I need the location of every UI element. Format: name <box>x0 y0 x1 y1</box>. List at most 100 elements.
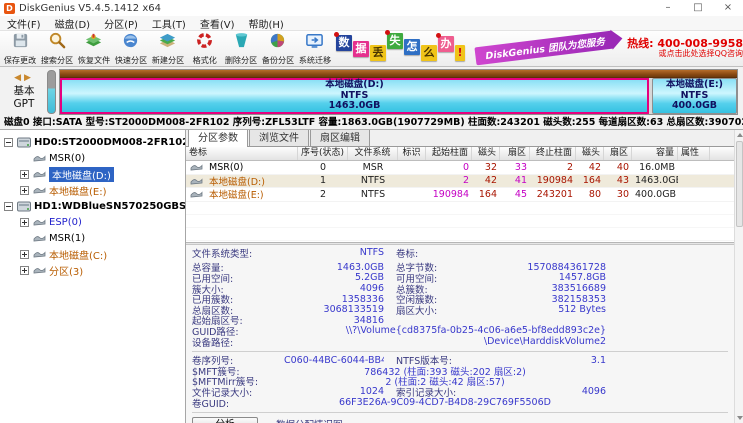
tab-bar: 分区参数 浏览文件 扇区编辑 <box>186 130 734 147</box>
partition-icon <box>33 234 46 242</box>
partition-scheme-label: GPT <box>2 98 46 111</box>
window-title: DiskGenius V5.4.5.1412 x64 <box>19 3 653 14</box>
banner-ribbon[interactable]: DiskGenius 团队为您服务 <box>474 31 613 66</box>
disk-icon <box>17 201 31 212</box>
partition-icon <box>33 186 46 194</box>
tab-sector-edit[interactable]: 扇区编辑 <box>310 130 370 146</box>
format-button[interactable]: 格式化 <box>186 32 223 66</box>
title-bar: D DiskGenius V5.4.5.1412 x64 – □ × <box>0 0 743 16</box>
format-icon <box>195 31 214 53</box>
detail-value: NTFS <box>284 247 384 258</box>
menu-file[interactable]: 文件(F) <box>0 16 48 31</box>
table-empty-area <box>186 202 734 242</box>
disk-partition-map: 本地磁盘(D:) NTFS 1463.0GB 本地磁盘(E:) NTFS 400… <box>59 69 738 115</box>
expand-icon[interactable] <box>20 266 29 275</box>
system-migration-button[interactable]: 系统迁移 <box>296 32 333 66</box>
col-capacity[interactable]: 容量 <box>632 147 678 160</box>
hotline-qq-link[interactable]: 或点击此处选择QQ咨询 <box>627 50 743 59</box>
table-row-selected[interactable]: 本地磁盘(D:) 1 NTFS 2 42 41 190984 164 43 14… <box>186 175 734 189</box>
col-end-cylinder[interactable]: 终止柱面 <box>530 147 576 160</box>
partition-icon <box>33 154 46 162</box>
prev-disk-icon[interactable]: ◀ <box>14 73 24 83</box>
scroll-down-icon[interactable] <box>735 413 743 423</box>
minimize-icon[interactable]: – <box>653 0 683 16</box>
menu-tools[interactable]: 工具(T) <box>145 16 193 31</box>
partition-capacity: 400.0GB <box>672 101 717 112</box>
col-index-status[interactable]: 序号(状态) <box>298 147 348 160</box>
collapse-icon[interactable] <box>4 202 13 211</box>
table-header: 卷标 序号(状态) 文件系统 标识 起始柱面 磁头 扇区 终止柱面 磁头 扇区 … <box>186 147 734 161</box>
save-changes-button[interactable]: 保存更改 <box>2 32 39 66</box>
menu-bar: 文件(F) 磁盘(D) 分区(P) 工具(T) 查看(V) 帮助(H) <box>0 16 743 31</box>
table-row[interactable]: 本地磁盘(E:) 2 NTFS 190984 164 45 243201 80 … <box>186 188 734 202</box>
collapse-icon[interactable] <box>4 138 13 147</box>
tree-item-hd0[interactable]: HD0:ST2000DM008-2FR102(1863GB) <box>0 134 185 150</box>
disk-band <box>60 70 737 78</box>
menu-help[interactable]: 帮助(H) <box>242 16 291 31</box>
menu-view[interactable]: 查看(V) <box>193 16 242 31</box>
partition-block-e[interactable]: 本地磁盘(E:) NTFS 400.0GB <box>652 78 737 114</box>
banner-tile: 数 <box>336 35 352 51</box>
analyze-button[interactable]: 分析 <box>192 417 258 423</box>
menu-partition[interactable]: 分区(P) <box>97 16 145 31</box>
banner-tile: 怎 <box>404 39 420 55</box>
close-icon[interactable]: × <box>713 0 743 16</box>
expand-icon[interactable] <box>20 170 29 179</box>
tree-item-hd1[interactable]: HD1:WDBlueSN570250GBSSD(233GB) <box>0 198 185 214</box>
col-attributes[interactable]: 属性 <box>678 147 710 160</box>
tab-partition-params[interactable]: 分区参数 <box>188 130 248 147</box>
quick-partition-icon <box>121 31 140 53</box>
recover-files-button[interactable]: 恢复文件 <box>76 32 113 66</box>
tree-item-msr1[interactable]: MSR(1) <box>0 230 185 246</box>
scroll-up-icon[interactable] <box>735 130 743 140</box>
vertical-scrollbar[interactable] <box>734 130 743 423</box>
right-panel: 分区参数 浏览文件 扇区编辑 卷标 序号(状态) 文件系统 标识 起始柱面 磁头… <box>186 130 734 423</box>
tree-item-disk-e[interactable]: 本地磁盘(E:) <box>0 182 185 198</box>
promo-banner[interactable]: 数 据 丢 失 怎 么 办 ! DiskGenius 团队为您服务 热线: 40… <box>335 38 743 59</box>
partition-block-d[interactable]: 本地磁盘(D:) NTFS 1463.0GB <box>60 78 649 114</box>
new-partition-button[interactable]: 新建分区 <box>149 32 186 66</box>
tab-browse-files[interactable]: 浏览文件 <box>249 130 309 146</box>
disk-info-line: 磁盘0 接口:SATA 型号:ST2000DM008-2FR102 序列号:ZF… <box>0 117 743 130</box>
col-start-sector[interactable]: 扇区 <box>500 147 530 160</box>
partition-icon <box>190 177 203 185</box>
section-divider <box>192 412 728 413</box>
col-start-cylinder[interactable]: 起始柱面 <box>426 147 472 160</box>
search-partition-button[interactable]: 搜索分区 <box>39 32 76 66</box>
tree-item-disk-c[interactable]: 本地磁盘(C:) <box>0 246 185 262</box>
expand-icon[interactable] <box>20 218 29 227</box>
disk-scroll-indicator[interactable] <box>47 70 56 114</box>
tree-item-disk-d[interactable]: 本地磁盘(D:) <box>0 166 185 182</box>
tree-item-msr0[interactable]: MSR(0) <box>0 150 185 166</box>
col-start-head[interactable]: 磁头 <box>472 147 500 160</box>
maximize-icon[interactable]: □ <box>683 0 713 16</box>
col-volume-label[interactable]: 卷标 <box>186 147 298 160</box>
save-icon <box>11 31 30 53</box>
partition-details: 文件系统类型: NTFS 卷标: 总容量: 1463.0GB 总字节数: 157… <box>186 245 734 423</box>
banner-tiles: 数 据 丢 失 怎 么 办 ! <box>335 40 465 56</box>
partition-icon <box>33 170 46 178</box>
banner-tile: ! <box>455 45 465 61</box>
partition-icon <box>190 163 203 171</box>
scroll-thumb[interactable] <box>736 141 743 227</box>
banner-tile: 失 <box>387 33 403 49</box>
menu-disk[interactable]: 磁盘(D) <box>48 16 98 31</box>
detail-label: 文件系统类型: <box>192 246 284 260</box>
banner-tile: 办 <box>438 36 454 52</box>
section-divider <box>192 351 728 352</box>
expand-icon[interactable] <box>20 186 29 195</box>
col-end-sector[interactable]: 扇区 <box>604 147 632 160</box>
col-end-head[interactable]: 磁头 <box>576 147 604 160</box>
table-row[interactable]: MSR(0) 0 MSR 0 32 33 2 42 40 16.0MB <box>186 161 734 175</box>
tree-item-esp0[interactable]: ESP(0) <box>0 214 185 230</box>
partition-capacity: 1463.0GB <box>329 101 381 112</box>
col-filesystem[interactable]: 文件系统 <box>348 147 398 160</box>
next-disk-icon[interactable]: ▶ <box>24 73 34 83</box>
quick-partition-button[interactable]: 快速分区 <box>112 32 149 66</box>
col-flag[interactable]: 标识 <box>398 147 426 160</box>
tree-item-partition3[interactable]: 分区(3) <box>0 262 185 278</box>
backup-partition-button[interactable]: 备份分区 <box>259 32 296 66</box>
delete-partition-button[interactable]: 删除分区 <box>223 32 260 66</box>
partition-icon <box>33 250 46 258</box>
expand-icon[interactable] <box>20 250 29 259</box>
